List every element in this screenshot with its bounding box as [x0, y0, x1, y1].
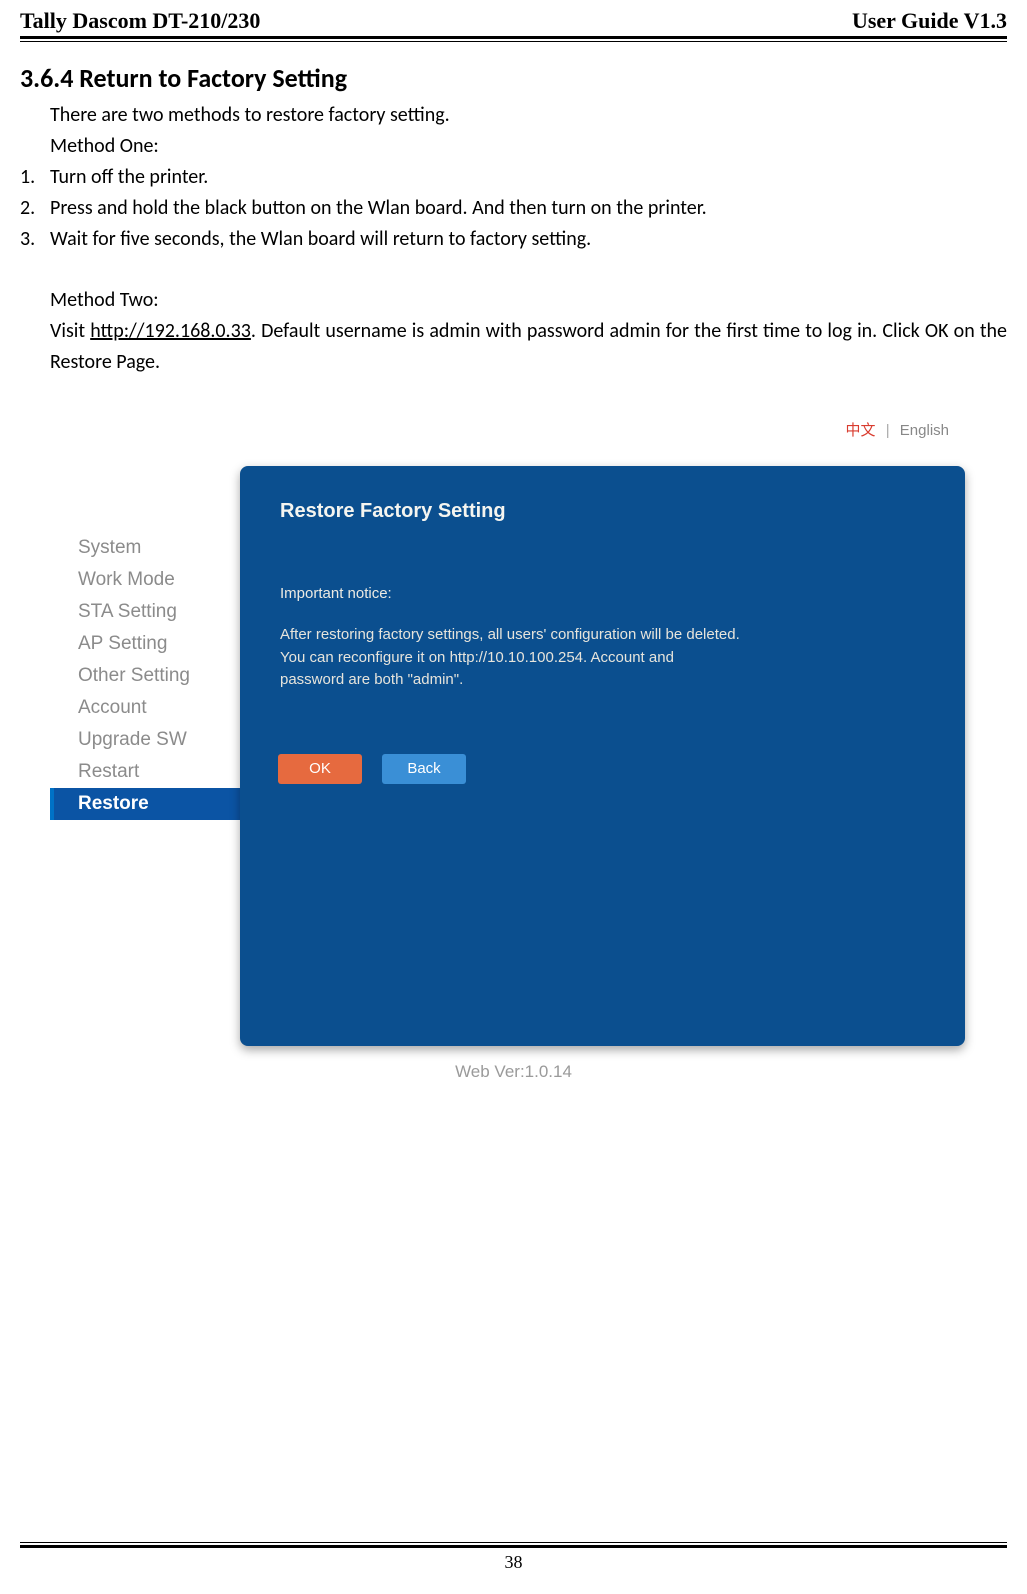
notice-label: Important notice:	[280, 585, 925, 602]
back-button[interactable]: Back	[382, 754, 466, 784]
lang-english-link[interactable]: English	[900, 422, 949, 439]
step-text: Press and hold the black button on the W…	[50, 193, 707, 224]
main-panel: Restore Factory Setting Important notice…	[240, 466, 965, 1046]
section-heading: 3.6.4 Return to Factory Setting	[20, 62, 1007, 94]
doc-title-left: Tally Dascom DT-210/230	[20, 8, 260, 34]
ok-button[interactable]: OK	[278, 754, 362, 784]
intro-text: There are two methods to restore factory…	[50, 100, 1007, 131]
header-rule	[20, 36, 1007, 42]
step-text: Turn off the printer.	[50, 162, 208, 193]
method-two-prefix: Visit	[50, 319, 90, 343]
router-url-link[interactable]: http://192.168.0.33	[90, 319, 251, 343]
method-one-label: Method One:	[50, 131, 1007, 162]
lang-chinese-link[interactable]: 中文	[846, 422, 876, 439]
sidebar-item-sta-setting[interactable]: STA Setting	[50, 596, 240, 628]
sidebar: System Work Mode STA Setting AP Setting …	[50, 466, 240, 1046]
sidebar-item-other-setting[interactable]: Other Setting	[50, 660, 240, 692]
sidebar-item-system[interactable]: System	[50, 532, 240, 564]
sidebar-item-restart[interactable]: Restart	[50, 756, 240, 788]
notice-body: After restoring factory settings, all us…	[280, 624, 740, 692]
step-number: 3.	[20, 224, 50, 255]
footer-rule	[20, 1542, 1007, 1548]
step-text: Wait for five seconds, the Wlan board wi…	[50, 224, 591, 255]
sidebar-item-upgrade-sw[interactable]: Upgrade SW	[50, 724, 240, 756]
page-number: 38	[20, 1552, 1007, 1583]
step-number: 2.	[20, 193, 50, 224]
sidebar-item-account[interactable]: Account	[50, 692, 240, 724]
panel-title: Restore Factory Setting	[280, 500, 925, 523]
doc-title-right: User Guide V1.3	[852, 8, 1007, 34]
method-two-text: Visit http://192.168.0.33. Default usern…	[50, 316, 1007, 378]
sidebar-item-work-mode[interactable]: Work Mode	[50, 564, 240, 596]
method-two-label: Method Two:	[50, 285, 1007, 316]
sidebar-item-restore[interactable]: Restore	[50, 788, 240, 820]
language-bar: 中文 | English	[50, 413, 977, 466]
web-version: Web Ver:1.0.14	[50, 1062, 977, 1082]
sidebar-item-ap-setting[interactable]: AP Setting	[50, 628, 240, 660]
embedded-screenshot: 中文 | English System Work Mode STA Settin…	[50, 403, 977, 1102]
step-number: 1.	[20, 162, 50, 193]
method-one-steps: 1.Turn off the printer. 2.Press and hold…	[20, 162, 1007, 255]
lang-separator: |	[886, 422, 890, 439]
